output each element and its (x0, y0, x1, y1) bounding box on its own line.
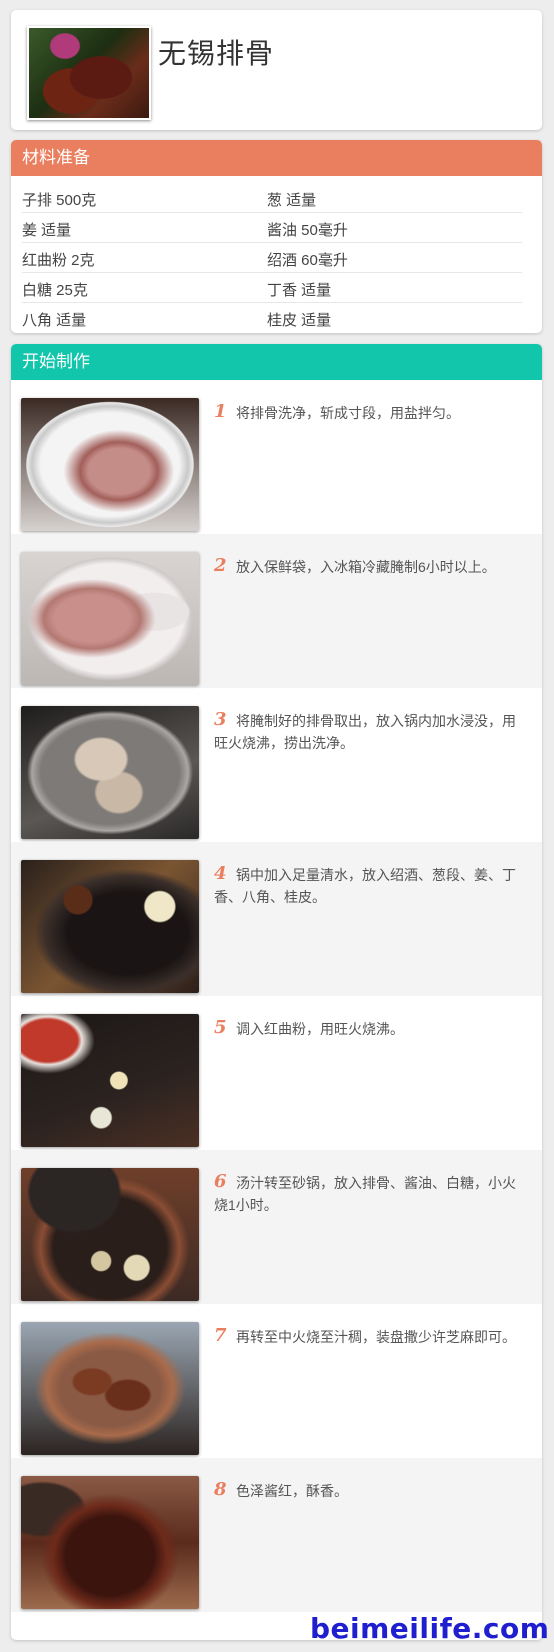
site-watermark: beimeilife.com (310, 1612, 550, 1645)
step-text: 汤汁转至砂锅，放入排骨、酱油、白糖，小火烧1小时。 (214, 1175, 516, 1213)
material-row: 红曲粉 2克 绍酒 60毫升 (22, 243, 522, 273)
material-item: 白糖 25克 (22, 282, 88, 299)
step-item: 5 调入红曲粉，用旺火烧沸。 (11, 996, 542, 1150)
recipe-title: 无锡排骨 (158, 38, 275, 69)
step-photo[interactable] (21, 706, 199, 839)
steps-card: 开始制作 1 将排骨洗净，斩成寸段，用盐拌匀。 2 放入保鲜袋，入冰箱冷藏腌制6… (11, 344, 542, 1640)
material-item: 丁香 适量 (267, 282, 332, 299)
recipe-thumbnail[interactable] (27, 26, 151, 120)
step-photo[interactable] (21, 1014, 199, 1147)
step-item: 3 将腌制好的排骨取出，放入锅内加水浸没，用旺火烧沸，捞出洗净。 (11, 688, 542, 842)
recipe-header-card: 无锡排骨 (11, 10, 542, 130)
step-photo[interactable] (21, 1476, 199, 1609)
step-text: 调入红曲粉，用旺火烧沸。 (236, 1021, 404, 1037)
material-item: 红曲粉 2克 (22, 252, 95, 269)
step-item: 1 将排骨洗净，斩成寸段，用盐拌匀。 (11, 380, 542, 534)
step-item: 4 锅中加入足量清水，放入绍酒、葱段、姜、丁香、八角、桂皮。 (11, 842, 542, 996)
material-item: 葱 适量 (267, 192, 317, 209)
material-item: 绍酒 60毫升 (267, 252, 348, 269)
material-item: 子排 500克 (22, 192, 97, 209)
step-photo[interactable] (21, 860, 199, 993)
step-text: 再转至中火烧至汁稠，装盘撒少许芝麻即可。 (236, 1329, 516, 1345)
materials-header: 材料准备 (11, 140, 542, 176)
step-item: 8 色泽酱红，酥香。 (11, 1458, 542, 1612)
step-item: 2 放入保鲜袋，入冰箱冷藏腌制6小时以上。 (11, 534, 542, 688)
material-row: 白糖 25克 丁香 适量 (22, 273, 522, 303)
step-text: 放入保鲜袋，入冰箱冷藏腌制6小时以上。 (236, 559, 496, 575)
step-photo[interactable] (21, 1322, 199, 1455)
material-item: 酱油 50毫升 (267, 222, 348, 239)
material-row: 姜 适量 酱油 50毫升 (22, 213, 522, 243)
material-item: 八角 适量 (22, 312, 87, 329)
step-text: 色泽酱红，酥香。 (236, 1483, 348, 1499)
step-photo[interactable] (21, 398, 199, 531)
step-item: 7 再转至中火烧至汁稠，装盘撒少许芝麻即可。 (11, 1304, 542, 1458)
step-text: 将排骨洗净，斩成寸段，用盐拌匀。 (236, 405, 460, 421)
step-text: 将腌制好的排骨取出，放入锅内加水浸没，用旺火烧沸，捞出洗净。 (214, 713, 516, 751)
material-item: 姜 适量 (22, 222, 72, 239)
step-photo[interactable] (21, 1168, 199, 1301)
materials-list: 子排 500克 葱 适量 姜 适量 酱油 50毫升 红曲粉 2克 绍酒 60毫升… (22, 183, 522, 332)
step-item: 6 汤汁转至砂锅，放入排骨、酱油、白糖，小火烧1小时。 (11, 1150, 542, 1304)
material-row: 子排 500克 葱 适量 (22, 183, 522, 213)
material-item: 桂皮 适量 (267, 312, 332, 329)
step-text: 锅中加入足量清水，放入绍酒、葱段、姜、丁香、八角、桂皮。 (214, 867, 516, 905)
material-row: 八角 适量 桂皮 适量 (22, 303, 522, 332)
materials-card: 材料准备 子排 500克 葱 适量 姜 适量 酱油 50毫升 红曲粉 2克 绍酒… (11, 140, 542, 333)
step-photo[interactable] (21, 552, 199, 685)
steps-header: 开始制作 (11, 344, 542, 380)
